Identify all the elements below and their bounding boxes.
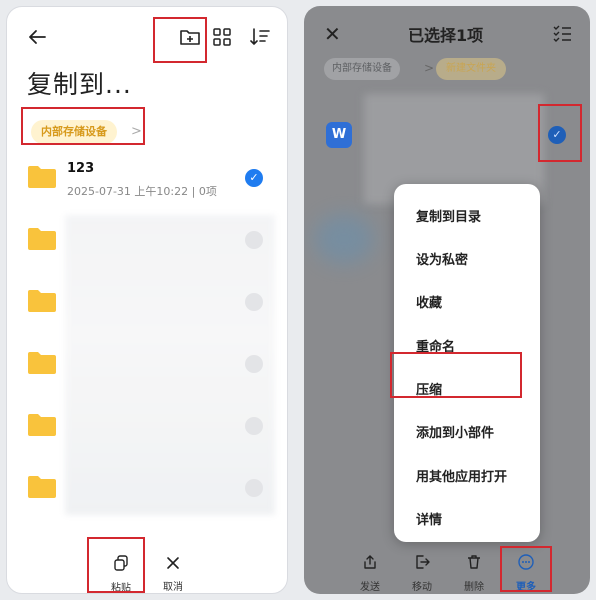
back-arrow-icon[interactable] [27, 27, 47, 47]
selected-check-icon[interactable]: ✓ [245, 169, 263, 187]
folder-meta: 2025-07-31 上午10:22 | 0项 [67, 185, 217, 198]
menu-item-add-to-widget[interactable]: 添加到小部件 [416, 422, 494, 441]
cancel-button[interactable]: 取消 [151, 555, 195, 593]
folder-name: 123 [67, 161, 95, 176]
word-file-icon: W [326, 122, 352, 148]
blurred-content [314, 214, 374, 264]
sort-icon[interactable] [249, 27, 271, 47]
unchecked-circle-icon[interactable] [245, 231, 263, 249]
trash-icon [468, 555, 480, 569]
unchecked-circle-icon[interactable] [245, 479, 263, 497]
folder-row[interactable] [7, 279, 287, 331]
unchecked-circle-icon[interactable] [245, 417, 263, 435]
menu-item-favorite[interactable]: 收藏 [416, 292, 442, 311]
folder-icon [28, 352, 56, 374]
grid-view-icon[interactable] [213, 28, 231, 46]
file-actions-panel: ✕ 已选择1项 内部存储设备 > 新建文件夹 W ✓ 复制到目录 设为私密 收藏… [304, 6, 590, 594]
annotation-box [500, 546, 552, 592]
unchecked-circle-icon[interactable] [245, 293, 263, 311]
annotation-box [21, 107, 145, 145]
menu-item-open-with[interactable]: 用其他应用打开 [416, 466, 507, 485]
folder-icon [28, 476, 56, 498]
selection-title: 已选择1项 [408, 26, 484, 45]
annotation-box [153, 17, 207, 63]
close-icon [167, 557, 179, 569]
annotation-box [390, 352, 522, 398]
cancel-label: 取消 [163, 582, 183, 593]
share-icon [364, 555, 376, 569]
unchecked-circle-icon[interactable] [245, 355, 263, 373]
close-icon[interactable]: ✕ [324, 22, 341, 46]
select-all-icon[interactable] [552, 24, 572, 42]
folder-icon [28, 166, 56, 188]
send-label: 发送 [360, 582, 380, 593]
breadcrumb-separator: > [424, 61, 435, 75]
delete-label: 删除 [464, 582, 484, 593]
menu-item-set-private[interactable]: 设为私密 [416, 249, 468, 268]
folder-icon [28, 414, 56, 436]
folder-row[interactable]: 123 2025-07-31 上午10:22 | 0项 ✓ [7, 155, 287, 207]
folder-icon [28, 228, 56, 250]
move-icon [416, 555, 430, 569]
folder-row[interactable] [7, 403, 287, 455]
folder-icon [28, 290, 56, 312]
move-label: 移动 [412, 582, 432, 593]
breadcrumb-internal-storage[interactable]: 内部存储设备 [324, 58, 400, 80]
folder-row[interactable] [7, 341, 287, 393]
move-button[interactable]: 移动 [402, 554, 442, 593]
menu-item-details[interactable]: 详情 [416, 509, 442, 528]
annotation-box [87, 537, 145, 593]
breadcrumb-new-folder[interactable]: 新建文件夹 [436, 58, 506, 80]
page-title: 复制到... [27, 70, 132, 99]
menu-item-copy-to-directory[interactable]: 复制到目录 [416, 206, 481, 225]
annotation-box [538, 104, 582, 162]
delete-button[interactable]: 删除 [454, 554, 494, 593]
copy-to-panel: 复制到... 内部存储设备 > 123 2025-07-31 上午10:22 |… [6, 6, 288, 594]
folder-row[interactable] [7, 465, 287, 517]
folder-row[interactable] [7, 217, 287, 269]
send-button[interactable]: 发送 [350, 554, 390, 593]
